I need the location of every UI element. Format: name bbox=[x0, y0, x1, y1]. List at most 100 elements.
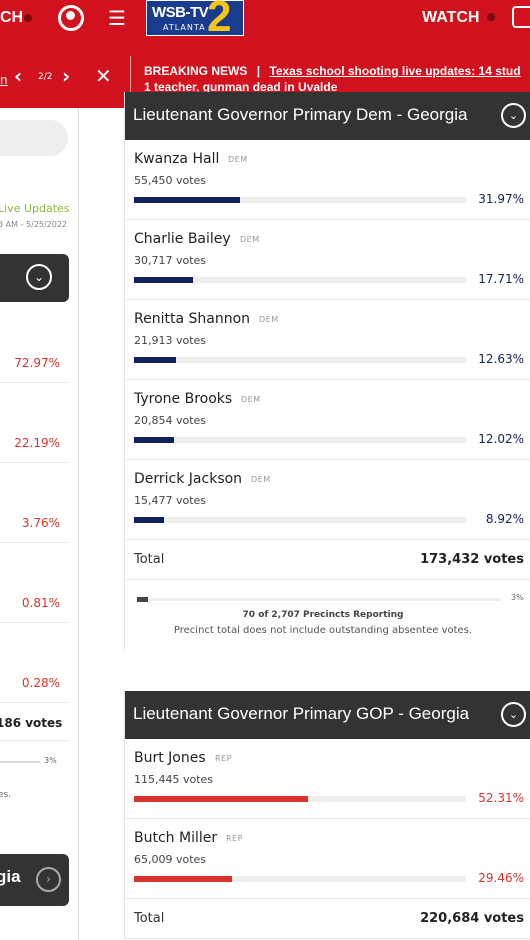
precincts-note: Precinct total does not include outstand… bbox=[173, 625, 473, 636]
search-pill[interactable] bbox=[0, 120, 68, 156]
race-header-partial[interactable]: ⌄ bbox=[0, 254, 69, 302]
race-header[interactable]: Lieutenant Governor Primary GOP - Georgi… bbox=[125, 691, 530, 739]
left-precinct-bar bbox=[0, 761, 40, 763]
total-votes: 220,684 votes bbox=[420, 911, 524, 926]
candidate-votes: 115,445 votes bbox=[134, 773, 214, 786]
live-updates-link[interactable]: Live Updates bbox=[0, 202, 70, 215]
left-pct: 22.19% bbox=[14, 436, 60, 450]
left-precinct-pct: 3% bbox=[44, 756, 57, 765]
divider bbox=[0, 622, 68, 623]
candidate-pct: 8.92% bbox=[485, 512, 524, 526]
left-column-partial: Live Updates 3 AM - 5/25/2022 ⌄ 72.97% 2… bbox=[0, 108, 78, 940]
candidate-votes: 30,717 votes bbox=[134, 254, 207, 267]
chevron-left-icon[interactable]: ‹ bbox=[14, 64, 22, 88]
race-header-partial[interactable]: gia › bbox=[0, 854, 69, 906]
vote-share-bar bbox=[134, 437, 466, 443]
divider bbox=[0, 740, 68, 741]
vote-share-fill bbox=[134, 796, 308, 802]
candidate-name: Charlie Bailey bbox=[134, 231, 231, 247]
divider bbox=[0, 382, 68, 383]
candidate-pct: 52.31% bbox=[478, 791, 524, 805]
menu-icon[interactable]: ☰ bbox=[108, 8, 126, 28]
party-label: DEM bbox=[240, 235, 260, 244]
party-label: REP bbox=[226, 834, 243, 843]
live-dot-icon bbox=[487, 13, 495, 21]
chevron-down-icon[interactable]: ⌄ bbox=[501, 702, 526, 727]
total-label: Total bbox=[134, 911, 165, 926]
candidate-list: Kwanza Hall DEM 55,450 votes 31.97% Charlie … bbox=[125, 140, 530, 540]
party-label: DEM bbox=[241, 395, 261, 404]
candidate-name: Derrick Jackson bbox=[134, 471, 243, 487]
breaking-headline-line1[interactable]: Texas school shooting live updates: 14 s… bbox=[269, 64, 520, 78]
watch-link-partial[interactable]: CH bbox=[0, 9, 23, 27]
total-votes: 173,432 votes bbox=[420, 552, 524, 567]
vote-share-bar bbox=[134, 197, 466, 203]
vote-share-bar bbox=[134, 517, 466, 523]
precincts-reporting: 3% 70 of 2,707 Precincts Reporting Preci… bbox=[125, 580, 530, 650]
candidate-pct: 12.63% bbox=[478, 352, 524, 366]
banner-divider bbox=[130, 56, 131, 96]
precincts-text: 70 of 2,707 Precincts Reporting bbox=[242, 610, 404, 620]
logo-subtext: ATLANTA bbox=[163, 23, 206, 32]
logo-text: WSB-TV bbox=[152, 4, 209, 21]
precinct-pct: 3% bbox=[511, 593, 524, 602]
vote-share-bar bbox=[134, 876, 466, 882]
precinct-progress-bar bbox=[137, 597, 501, 602]
candidate-name: Tyrone Brooks bbox=[134, 391, 233, 407]
watch-link[interactable]: WATCH bbox=[422, 9, 479, 27]
vote-share-fill bbox=[134, 517, 164, 523]
total-row: Total 173,432 votes bbox=[125, 540, 530, 580]
vote-share-fill bbox=[134, 277, 193, 283]
updated-time: 3 AM - 5/25/2022 bbox=[0, 220, 67, 229]
vote-share-fill bbox=[134, 197, 241, 203]
chevron-right-icon[interactable]: › bbox=[62, 64, 70, 88]
chevron-down-icon[interactable]: ⌄ bbox=[26, 264, 52, 290]
vote-share-fill bbox=[134, 437, 174, 443]
left-note-fragment: es. bbox=[0, 790, 12, 800]
cast-icon[interactable] bbox=[512, 6, 530, 28]
race-card-gop: Lieutenant Governor Primary GOP - Georgi… bbox=[124, 691, 530, 939]
candidate-name: Burt Jones bbox=[134, 750, 206, 766]
wsb-logo[interactable]: WSB-TV ATLANTA 2 bbox=[146, 0, 244, 41]
candidate-row: Burt Jones REP 115,445 votes 52.31% bbox=[125, 739, 530, 819]
candidate-votes: 15,477 votes bbox=[134, 494, 207, 507]
chevron-down-icon[interactable]: ⌄ bbox=[501, 103, 526, 128]
vote-share-fill bbox=[134, 876, 232, 882]
chevron-right-icon[interactable]: › bbox=[36, 867, 61, 892]
candidate-name: Renitta Shannon bbox=[134, 311, 251, 327]
total-row: Total 220,684 votes bbox=[125, 899, 530, 939]
close-icon[interactable]: ✕ bbox=[95, 64, 112, 88]
candidate-votes: 65,009 votes bbox=[134, 853, 207, 866]
party-label: REP bbox=[215, 754, 232, 763]
candidate-row: Renitta Shannon DEM 21,913 votes 12.63% bbox=[125, 300, 530, 380]
race-title-partial: gia bbox=[0, 867, 21, 886]
left-pct: 72.97% bbox=[14, 356, 60, 370]
party-label: DEM bbox=[228, 155, 248, 164]
divider bbox=[0, 542, 68, 543]
candidate-pct: 17.71% bbox=[478, 272, 524, 286]
candidate-row: Charlie Bailey DEM 30,717 votes 17.71% bbox=[125, 220, 530, 300]
candidate-pct: 31.97% bbox=[478, 192, 524, 206]
race-header[interactable]: Lieutenant Governor Primary Dem - Georgi… bbox=[125, 92, 530, 140]
account-icon[interactable] bbox=[58, 5, 84, 31]
candidate-votes: 20,854 votes bbox=[134, 414, 207, 427]
logo-number: 2 bbox=[207, 0, 232, 41]
column-divider bbox=[78, 108, 79, 940]
candidate-pct: 12.02% bbox=[478, 432, 524, 446]
live-dot-icon bbox=[24, 14, 32, 22]
candidate-row: Derrick Jackson DEM 15,477 votes 8.92% bbox=[125, 460, 530, 540]
prev-headline-fragment[interactable]: n bbox=[0, 73, 8, 87]
precinct-progress-fill bbox=[137, 597, 148, 602]
vote-share-bar bbox=[134, 277, 466, 283]
vote-share-fill bbox=[134, 357, 176, 363]
candidate-row: Tyrone Brooks DEM 20,854 votes 12.02% bbox=[125, 380, 530, 460]
vote-share-bar bbox=[134, 357, 466, 363]
divider bbox=[0, 702, 68, 703]
candidate-votes: 21,913 votes bbox=[134, 334, 207, 347]
candidate-row: Butch Miller REP 65,009 votes 29.46% bbox=[125, 819, 530, 899]
total-label: Total bbox=[134, 552, 165, 567]
breaking-sep: | bbox=[256, 64, 261, 78]
divider bbox=[0, 462, 68, 463]
left-pct: 3.76% bbox=[21, 516, 60, 530]
left-pct: 0.81% bbox=[21, 596, 60, 610]
